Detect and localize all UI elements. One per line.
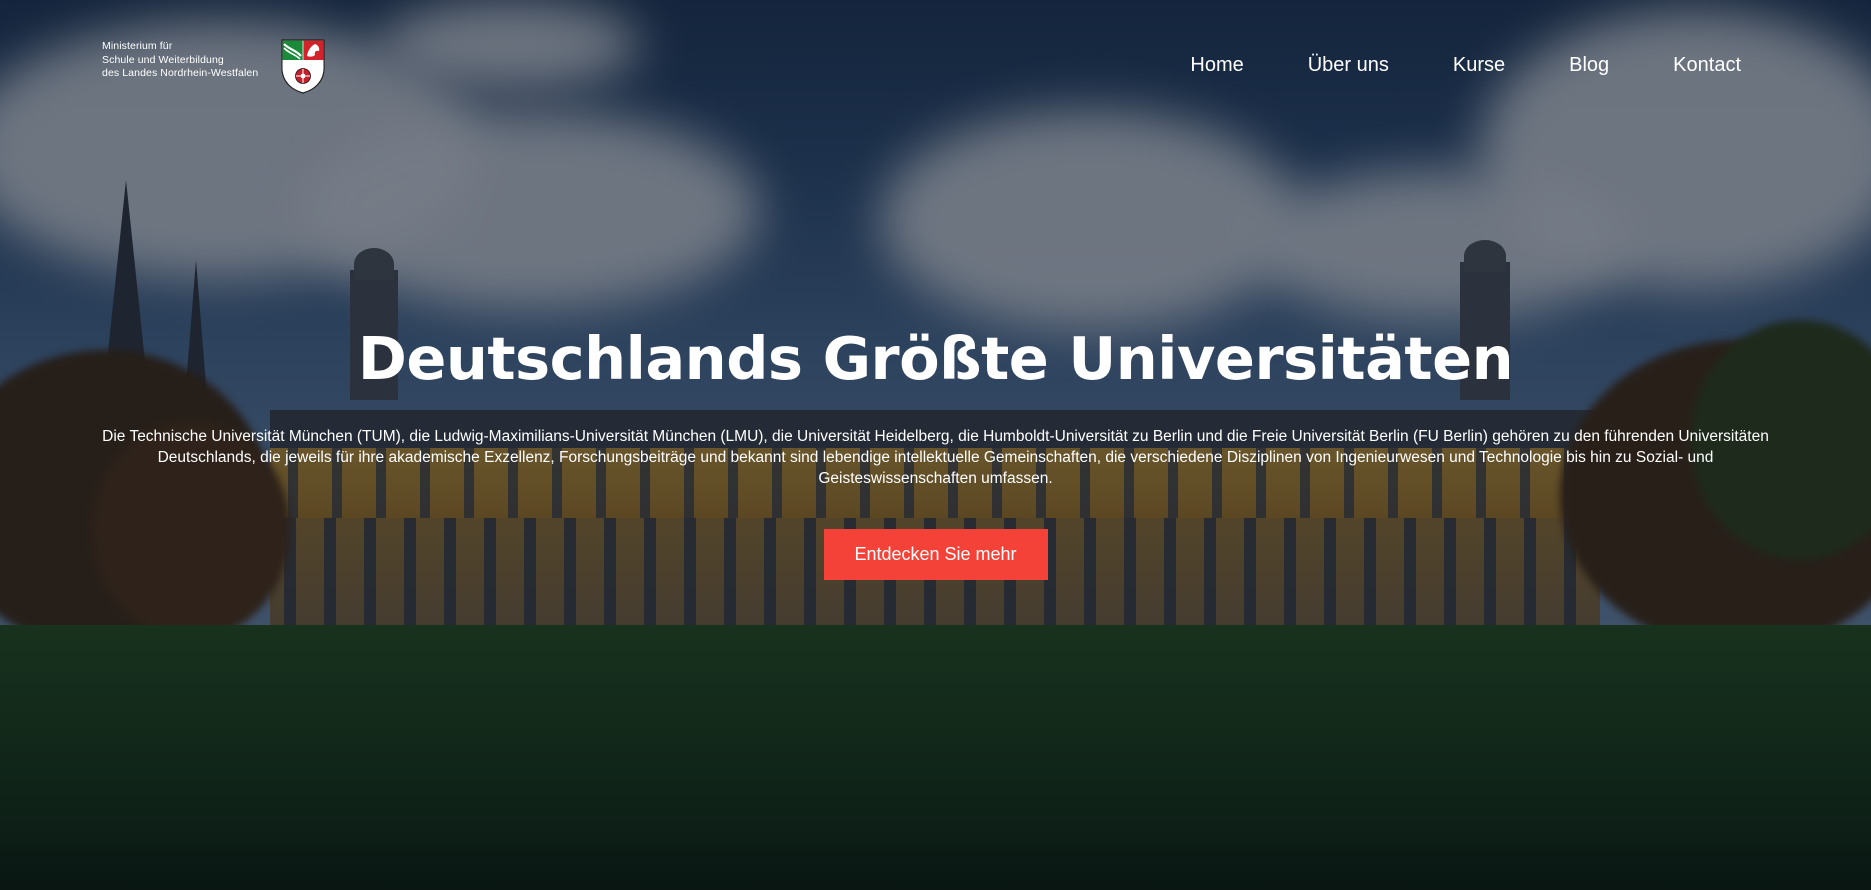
hero-title: Deutschlands Größte Universitäten [357, 324, 1514, 393]
hero-description: Die Technische Universität München (TUM)… [102, 428, 1769, 487]
discover-more-button[interactable]: Entdecken Sie mehr [823, 529, 1048, 580]
hero-section: Deutschlands Größte Universitäten Die Te… [0, 0, 1871, 890]
